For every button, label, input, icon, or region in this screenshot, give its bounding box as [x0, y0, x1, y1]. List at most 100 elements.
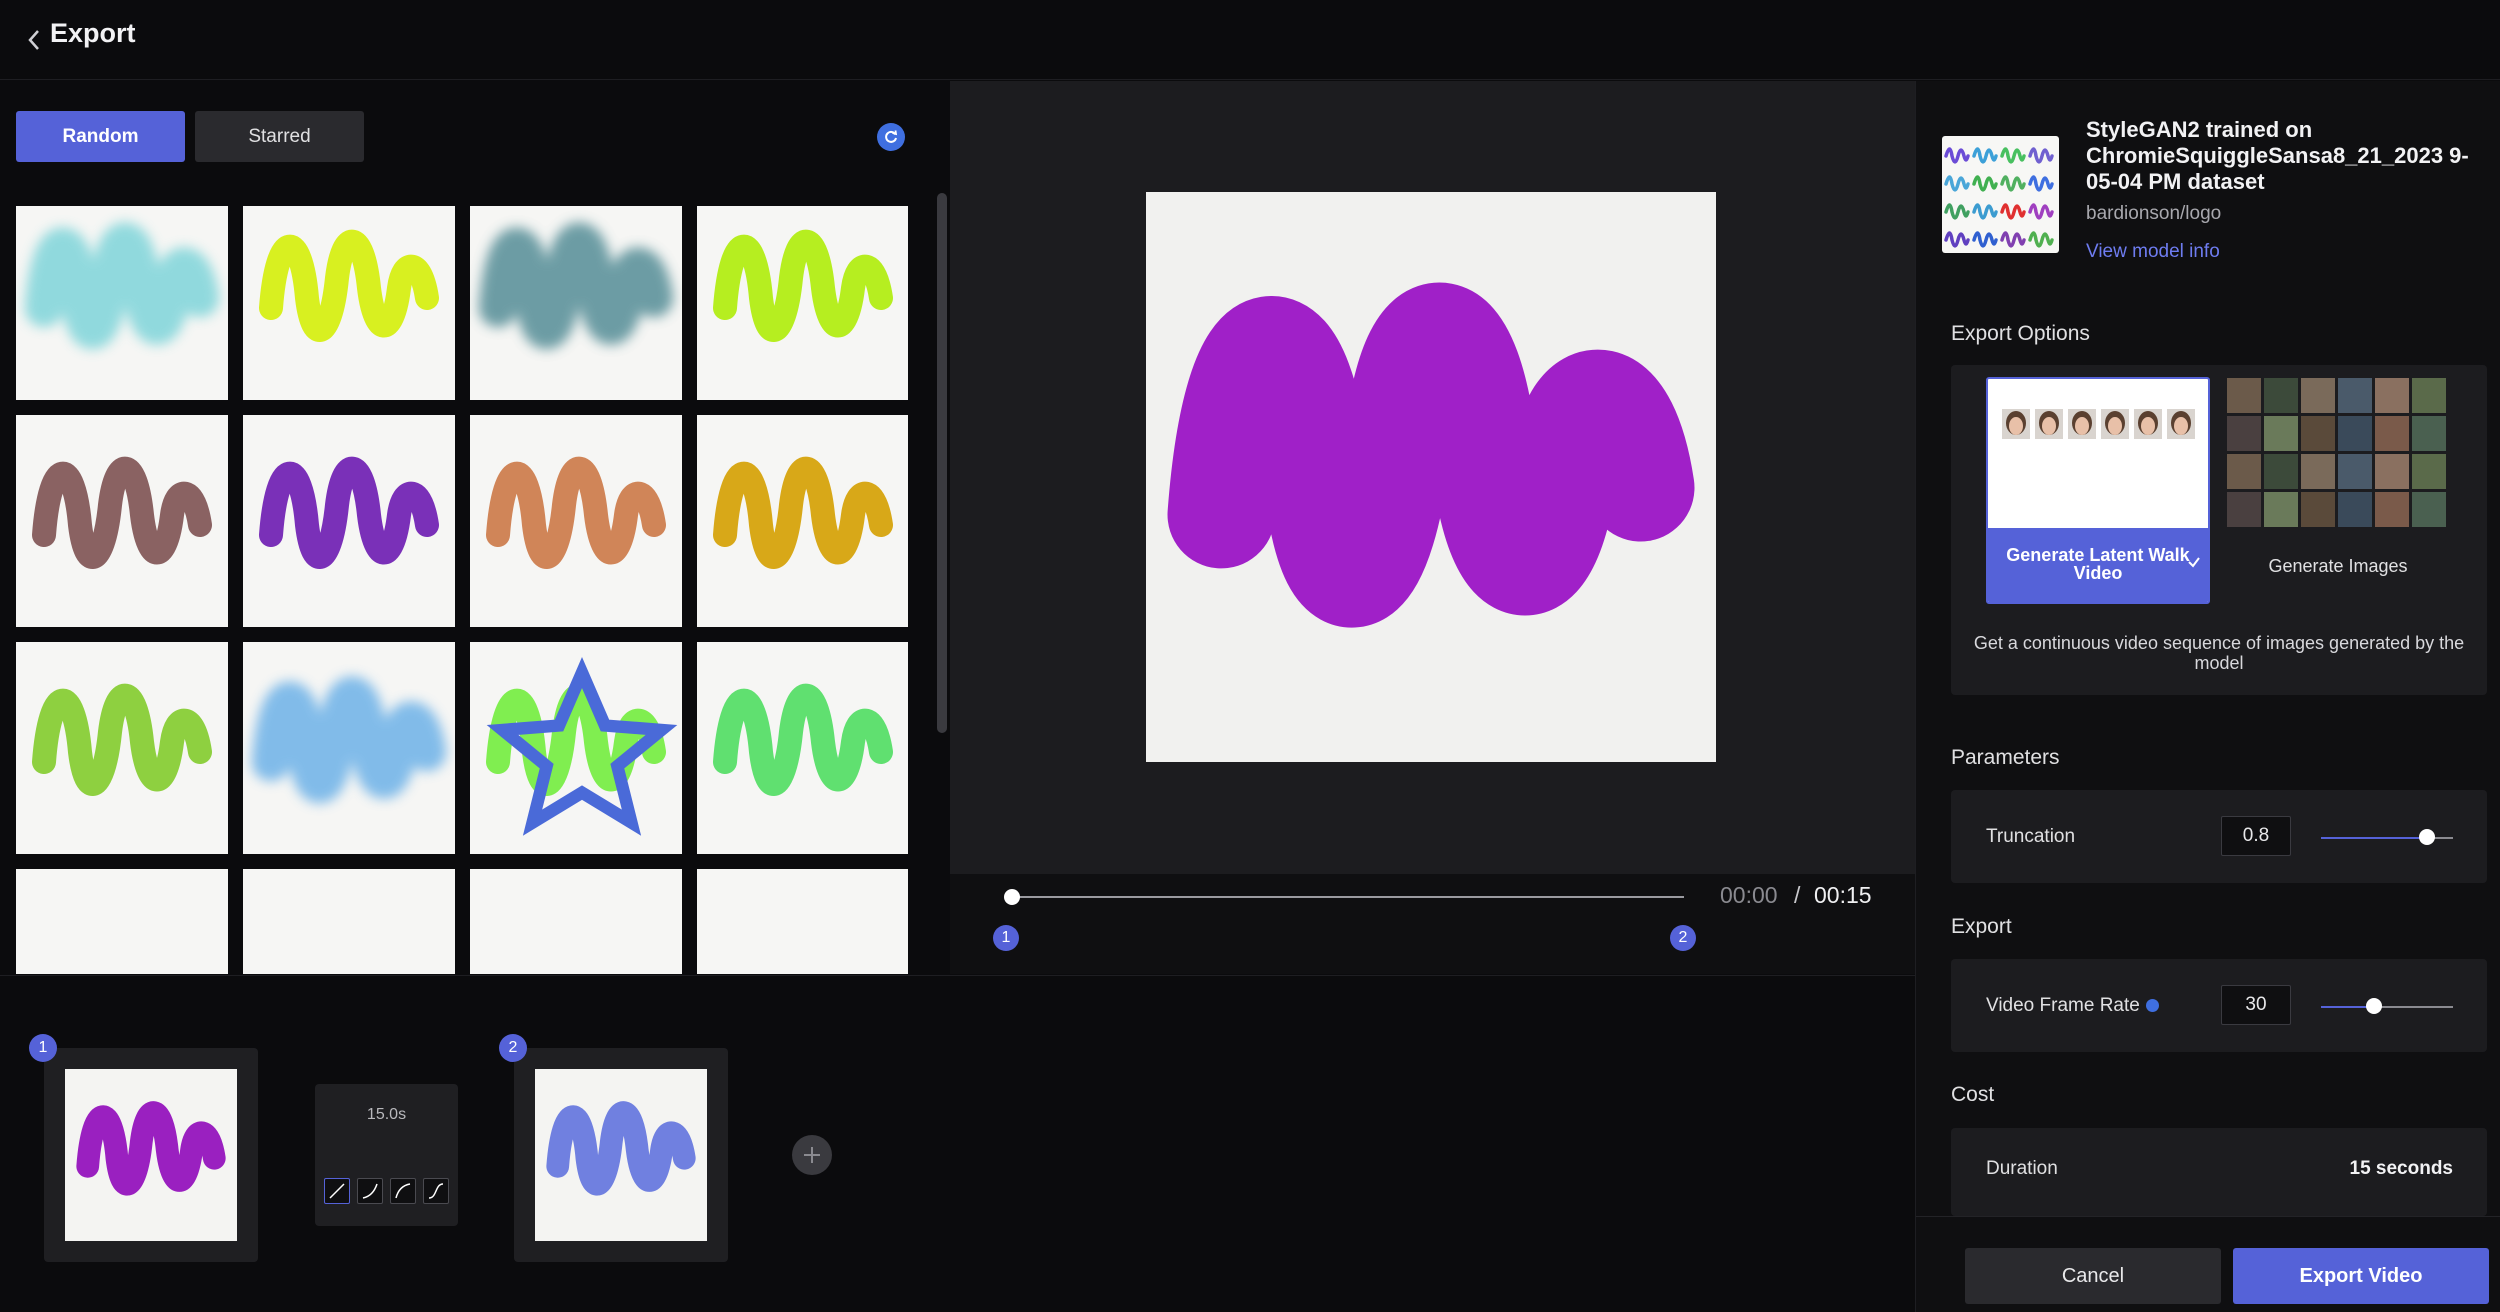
truncation-slider-fill	[2321, 837, 2427, 839]
timeline: 00:00 / 00:15 1 2	[950, 874, 1915, 974]
transition-card[interactable]: 15.0s	[315, 1084, 458, 1226]
image-tile	[2412, 378, 2446, 413]
model-swatch	[2028, 203, 2054, 220]
ease-in-icon	[362, 1183, 378, 1199]
model-swatch	[1972, 203, 1998, 220]
keyframe-badge-1: 1	[29, 1034, 57, 1062]
ease-in-button[interactable]	[357, 1178, 383, 1204]
squiggle-graphic	[16, 869, 228, 974]
star-icon[interactable]	[476, 646, 682, 854]
timeline-playhead[interactable]	[1004, 889, 1020, 905]
gallery-thumbnail[interactable]	[470, 869, 682, 974]
refresh-icon	[885, 130, 898, 143]
option-generate-images[interactable]: Generate Images	[2226, 377, 2450, 604]
chevron-left-icon	[28, 30, 39, 50]
face-skin	[2042, 417, 2056, 435]
thumbnail-grid	[16, 206, 908, 974]
truncation-label: Truncation	[1986, 826, 2076, 847]
duration-value: 15 seconds	[2349, 1158, 2454, 1179]
gallery-thumbnail[interactable]	[16, 415, 228, 627]
keyframe-image-2	[535, 1069, 707, 1241]
export-video-button[interactable]: Export Video	[2233, 1248, 2489, 1304]
face-skin	[2075, 417, 2089, 435]
cancel-button[interactable]: Cancel	[1965, 1248, 2221, 1304]
gallery-thumbnail[interactable]	[470, 642, 682, 854]
image-tile	[2227, 416, 2261, 451]
option-latent-walk-label: Generate Latent Walk Video	[2006, 545, 2190, 583]
keyframe-image-1	[65, 1069, 237, 1241]
squiggle-graphic	[713, 683, 893, 796]
image-tile	[2375, 416, 2409, 451]
image-tile	[2375, 492, 2409, 527]
image-tile	[2338, 416, 2372, 451]
squiggle-graphic	[713, 229, 893, 342]
export-card: Video Frame Rate	[1951, 959, 2487, 1052]
timeline-marker-1[interactable]: 1	[993, 925, 1019, 951]
image-tile	[2301, 492, 2335, 527]
model-title: StyleGAN2 trained on ChromieSquiggleSans…	[2086, 117, 2469, 194]
ease-in-out-icon	[428, 1183, 444, 1199]
ease-out-icon	[395, 1183, 411, 1199]
keyframe-badge-2: 2	[499, 1034, 527, 1062]
squiggle-graphic	[76, 1101, 226, 1196]
option-latent-walk[interactable]: Generate Latent Walk Video	[1986, 377, 2210, 604]
squiggle-graphic	[259, 229, 439, 342]
info-icon[interactable]	[2145, 999, 2159, 1013]
gallery-thumbnail[interactable]	[243, 206, 455, 400]
gallery-thumbnail[interactable]	[16, 206, 228, 400]
parameters-card: Truncation	[1951, 790, 2487, 883]
image-tile	[2375, 454, 2409, 489]
gallery-thumbnail[interactable]	[243, 869, 455, 974]
panel-footer: Cancel Export Video	[1916, 1216, 2500, 1312]
gallery-thumbnail[interactable]	[243, 415, 455, 627]
face-skin	[2108, 417, 2122, 435]
duration-label: Duration	[1986, 1158, 2058, 1179]
image-tile	[2338, 492, 2372, 527]
gallery-thumbnail[interactable]	[697, 415, 908, 627]
refresh-button[interactable]	[877, 123, 905, 151]
truncation-slider-knob[interactable]	[2418, 829, 2435, 845]
keyframe-card-1[interactable]	[44, 1048, 258, 1262]
gallery-scrollbar[interactable]	[937, 193, 947, 733]
export-option-description: Get a continuous video sequence of image…	[1973, 633, 2465, 673]
image-tile	[2412, 492, 2446, 527]
option-latent-walk-footer: Generate Latent Walk Video	[1988, 528, 2208, 602]
gallery-thumbnail[interactable]	[16, 869, 228, 974]
gallery-thumbnail[interactable]	[470, 206, 682, 400]
frame-rate-slider-knob[interactable]	[2365, 998, 2382, 1014]
squiggle-graphic	[243, 869, 455, 974]
tab-starred[interactable]: Starred	[195, 111, 364, 162]
model-swatch	[2000, 147, 2026, 164]
ease-out-button[interactable]	[390, 1178, 416, 1204]
view-model-info-link[interactable]: View model info	[2086, 241, 2220, 263]
back-button[interactable]	[16, 20, 52, 60]
frame-rate-input[interactable]	[2221, 985, 2291, 1025]
squiggle-graphic	[713, 456, 893, 569]
page-title: Export	[50, 18, 136, 48]
model-swatch-grid	[1944, 147, 2054, 248]
gallery-thumbnail[interactable]	[16, 642, 228, 854]
ease-in-out-button[interactable]	[423, 1178, 449, 1204]
truncation-input[interactable]	[2221, 816, 2291, 856]
model-swatch	[2028, 175, 2054, 192]
image-tile	[2301, 416, 2335, 451]
truncation-slider[interactable]	[2321, 829, 2453, 845]
gallery-thumbnail[interactable]	[697, 642, 908, 854]
gallery-thumbnail[interactable]	[697, 869, 908, 974]
timeline-marker-2[interactable]: 2	[1670, 925, 1696, 951]
squiggle-graphic	[24, 222, 220, 350]
export-settings-panel: StyleGAN2 trained on ChromieSquiggleSans…	[1915, 81, 2500, 1312]
gallery-thumbnail[interactable]	[697, 206, 908, 400]
gallery-thumbnail[interactable]	[470, 415, 682, 627]
keyframe-card-2[interactable]	[514, 1048, 728, 1262]
option-generate-images-label: Generate Images	[2268, 556, 2408, 576]
scrollbar-thumb[interactable]	[937, 193, 947, 733]
frame-rate-slider[interactable]	[2321, 998, 2453, 1014]
image-tile	[2227, 378, 2261, 413]
tab-random[interactable]: Random	[16, 111, 185, 162]
add-keyframe-button[interactable]	[792, 1135, 832, 1175]
gallery-thumbnail[interactable]	[243, 642, 455, 854]
ease-linear-button[interactable]	[324, 1178, 350, 1204]
image-tile	[2227, 492, 2261, 527]
timeline-track[interactable]	[1012, 896, 1684, 898]
